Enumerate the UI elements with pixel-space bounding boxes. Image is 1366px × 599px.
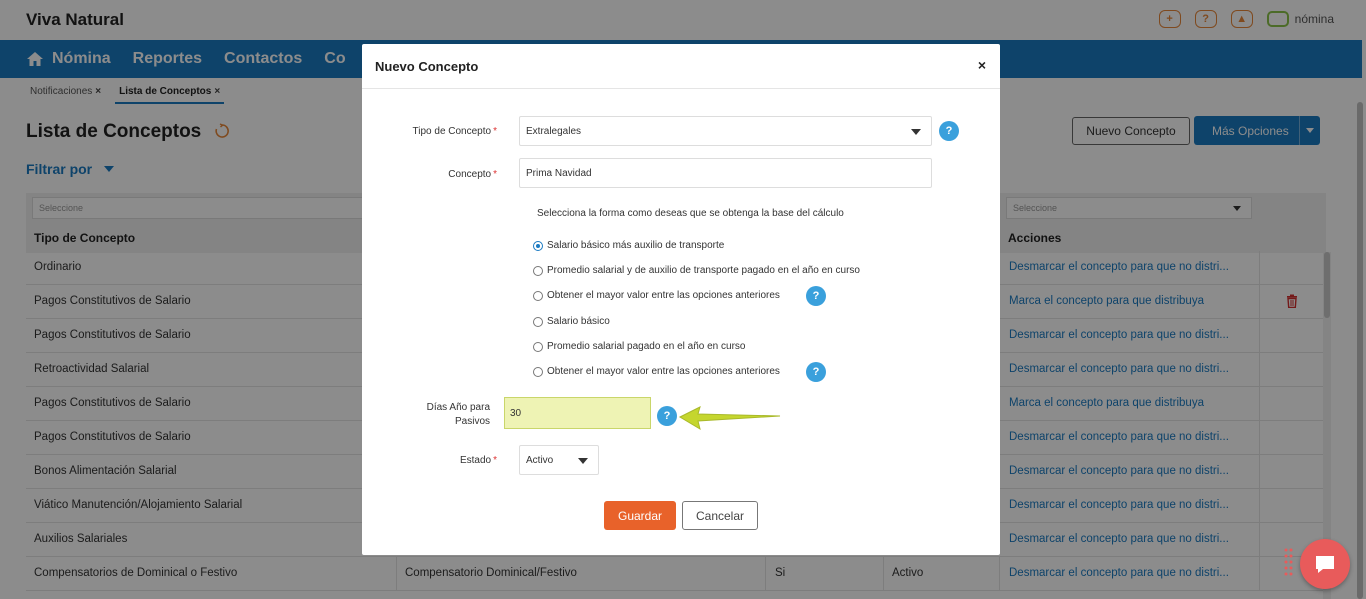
radio-option-2[interactable]: Promedio salarial y de auxilio de transp… — [533, 265, 860, 276]
required-mark: * — [493, 126, 497, 137]
dias-label: Días Año para Pasivos — [382, 401, 490, 429]
label-text: Tipo de Concepto — [412, 126, 492, 137]
concepto-label: Concepto * — [382, 169, 497, 180]
radio-button[interactable] — [533, 290, 543, 301]
drag-handle-icon[interactable] — [1284, 548, 1294, 576]
radio-option-5[interactable]: Promedio salarial pagado en el año en cu… — [533, 341, 745, 352]
tipo-label: Tipo de Concepto * — [382, 126, 497, 137]
cancel-button[interactable]: Cancelar — [682, 501, 758, 530]
radio-button[interactable] — [533, 316, 543, 327]
radio-label: Promedio salarial y de auxilio de transp… — [547, 265, 860, 276]
chevron-down-icon — [578, 458, 588, 464]
help-icon[interactable]: ? — [939, 121, 959, 141]
radio-label: Promedio salarial pagado en el año en cu… — [547, 341, 746, 352]
radio-button[interactable] — [533, 240, 543, 251]
dias-ano-input[interactable]: 30 — [504, 397, 651, 429]
radio-option-4[interactable]: Salario básico — [533, 316, 610, 327]
radio-option-3[interactable]: Obtener el mayor valor entre las opcione… — [533, 290, 780, 301]
label-line-2: Pasivos — [454, 416, 490, 427]
tipo-concepto-select[interactable]: Extralegales — [519, 116, 932, 146]
pointer-arrow-icon — [678, 406, 781, 431]
help-icon[interactable]: ? — [806, 362, 826, 382]
modal-title: Nuevo Concepto — [375, 59, 479, 74]
radio-option-1[interactable]: Salario básico más auxilio de transporte — [533, 240, 724, 251]
base-calculo-instruction: Selecciona la forma como deseas que se o… — [537, 208, 844, 219]
radio-button[interactable] — [533, 341, 543, 352]
radio-option-6[interactable]: Obtener el mayor valor entre las opcione… — [533, 366, 780, 377]
chat-icon — [1316, 556, 1334, 573]
new-concept-modal: Nuevo Concepto × Tipo de Concepto * Extra… — [362, 44, 1000, 555]
required-mark: * — [493, 169, 497, 180]
modal-header: Nuevo Concepto × — [362, 44, 1000, 89]
radio-label: Salario básico — [547, 316, 610, 327]
help-icon[interactable]: ? — [657, 406, 677, 426]
radio-button[interactable] — [533, 265, 543, 276]
save-button[interactable]: Guardar — [604, 501, 676, 530]
chevron-down-icon — [911, 129, 921, 135]
label-line-1: Días Año para — [426, 402, 490, 413]
estado-select[interactable]: Activo — [519, 445, 599, 475]
label-text: Concepto — [448, 169, 492, 180]
radio-label: Obtener el mayor valor entre las opcione… — [547, 290, 780, 301]
radio-label: Obtener el mayor valor entre las opcione… — [547, 366, 780, 377]
radio-button[interactable] — [533, 366, 543, 377]
close-icon[interactable]: × — [978, 57, 986, 73]
label-text: Estado — [459, 455, 492, 466]
concepto-input[interactable]: Prima Navidad — [519, 158, 932, 188]
estado-label: Estado * — [382, 455, 497, 466]
radio-label: Salario básico más auxilio de transporte — [547, 240, 725, 251]
required-mark: * — [493, 455, 497, 466]
chat-button[interactable] — [1300, 539, 1350, 589]
select-value: Extralegales — [526, 126, 582, 137]
select-value: Activo — [526, 455, 554, 466]
help-icon[interactable]: ? — [806, 286, 826, 306]
